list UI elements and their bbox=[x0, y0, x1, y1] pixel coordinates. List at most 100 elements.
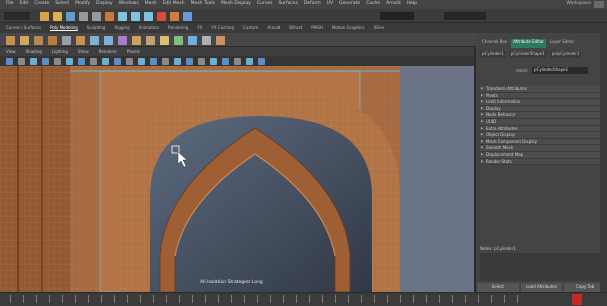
extrude-icon[interactable] bbox=[118, 35, 127, 45]
notes-field[interactable] bbox=[480, 253, 603, 281]
panel-menu-lighting[interactable]: Lighting bbox=[52, 49, 68, 54]
panel-tool-icon[interactable] bbox=[246, 57, 253, 65]
load-attributes-button[interactable]: Load Attributes bbox=[520, 283, 563, 292]
menu-deform[interactable]: Deform bbox=[304, 1, 321, 8]
torus-icon[interactable] bbox=[76, 35, 85, 45]
menu-uv[interactable]: UV bbox=[327, 1, 333, 8]
menu-mesh-tools[interactable]: Mesh Tools bbox=[191, 1, 215, 8]
menu-select[interactable]: Select bbox=[55, 1, 69, 8]
time-ruler[interactable] bbox=[10, 295, 530, 303]
snap-point-icon[interactable] bbox=[144, 11, 153, 21]
shape-name-field[interactable]: pCylinderShape1 bbox=[532, 67, 588, 74]
section-node-behavior[interactable]: Node Behavior bbox=[480, 112, 603, 119]
menu-set-dropdown[interactable] bbox=[4, 12, 30, 20]
ipr-icon[interactable] bbox=[170, 11, 179, 21]
section-pivots[interactable]: Pivots bbox=[480, 92, 603, 100]
viewport[interactable]: All Isolation Strategies Long bbox=[0, 66, 474, 292]
menu-edit[interactable]: Edit bbox=[20, 1, 29, 8]
quad-draw-icon[interactable] bbox=[216, 35, 225, 45]
menu-curves[interactable]: Curves bbox=[257, 1, 273, 8]
workspace-selector[interactable]: Workspace bbox=[566, 1, 591, 6]
shelf-tab-motion-graphics[interactable]: Motion Graphics bbox=[332, 25, 365, 30]
live-surface-field[interactable] bbox=[380, 12, 414, 20]
section-display[interactable]: Display bbox=[480, 105, 603, 113]
render-icon[interactable] bbox=[157, 11, 166, 21]
menu-mesh-display[interactable]: Mesh Display bbox=[221, 1, 251, 8]
section-limit-information[interactable]: Limit Information bbox=[480, 99, 603, 106]
menu-file[interactable]: File bbox=[6, 1, 14, 8]
cylinder-icon[interactable] bbox=[34, 35, 43, 45]
sign-in-field[interactable] bbox=[444, 12, 486, 20]
node-tab-polycylinder1[interactable]: polyCylinder1 bbox=[549, 51, 582, 58]
menu-modify[interactable]: Modify bbox=[75, 1, 90, 8]
plane-icon[interactable] bbox=[62, 35, 71, 45]
select-by-hierarchy-icon[interactable] bbox=[105, 11, 114, 21]
shelf-tab-arnold[interactable]: Arnold bbox=[267, 25, 280, 30]
section-render-stats[interactable]: Render Stats bbox=[480, 158, 603, 166]
smooth-icon[interactable] bbox=[188, 35, 197, 45]
snap-curve-icon[interactable] bbox=[131, 11, 140, 21]
menu-arnold[interactable]: Arnold bbox=[386, 1, 401, 8]
shelf-tab-custom[interactable]: Custom bbox=[243, 25, 258, 30]
panel-tool-icon[interactable] bbox=[198, 57, 205, 65]
menu-edit-mesh[interactable]: Edit Mesh bbox=[163, 1, 185, 8]
menu-mesh[interactable]: Mesh bbox=[145, 1, 157, 8]
sphere-icon[interactable] bbox=[20, 35, 29, 45]
panel-tool-icon[interactable] bbox=[114, 57, 121, 65]
redo-icon[interactable] bbox=[92, 11, 101, 21]
shelf-tab-poly-modeling[interactable]: Poly Modeling bbox=[50, 25, 78, 30]
menu-display[interactable]: Display bbox=[96, 1, 113, 8]
panel-tool-icon[interactable] bbox=[138, 57, 145, 65]
node-tab-pcylindershape1[interactable]: pCylinderShape1 bbox=[508, 51, 547, 58]
panel-menu-view[interactable]: View bbox=[6, 49, 16, 54]
tool-settings-strip[interactable] bbox=[600, 33, 607, 292]
panel-tool-icon[interactable] bbox=[102, 57, 109, 65]
shelf-tab-sculpting[interactable]: Sculpting bbox=[87, 25, 106, 30]
shelf-tab-rigging[interactable]: Rigging bbox=[114, 25, 129, 30]
separate-icon[interactable] bbox=[104, 35, 113, 45]
section-uuid[interactable]: UUID bbox=[480, 118, 603, 126]
panel-menu-show[interactable]: Show bbox=[78, 49, 89, 54]
panel-tool-icon[interactable] bbox=[66, 57, 73, 65]
panel-tool-icon[interactable] bbox=[30, 57, 37, 65]
select-button[interactable]: Select bbox=[477, 283, 519, 292]
menu-surfaces[interactable]: Surfaces bbox=[278, 1, 298, 8]
panel-tool-icon[interactable] bbox=[78, 57, 85, 65]
bevel-icon[interactable] bbox=[146, 35, 155, 45]
new-scene-icon[interactable] bbox=[40, 11, 49, 21]
menu-help[interactable]: Help bbox=[407, 1, 417, 8]
undo-icon[interactable] bbox=[79, 11, 88, 21]
node-tab-pcylinder1[interactable]: pCylinder1 bbox=[480, 51, 506, 58]
panel-tool-icon[interactable] bbox=[210, 57, 217, 65]
panel-tool-icon[interactable] bbox=[162, 57, 169, 65]
panel-tool-icon[interactable] bbox=[174, 57, 181, 65]
panel-tool-icon[interactable] bbox=[6, 57, 13, 65]
panel-tool-icon[interactable] bbox=[234, 57, 241, 65]
menu-cache[interactable]: Cache bbox=[366, 1, 380, 8]
target-weld-icon[interactable] bbox=[174, 35, 183, 45]
multi-cut-icon[interactable] bbox=[160, 35, 169, 45]
shelf-tab-curves-surfaces[interactable]: Curves / Surfaces bbox=[6, 25, 41, 30]
panel-tool-icon[interactable] bbox=[42, 57, 49, 65]
panel-tool-icon[interactable] bbox=[186, 57, 193, 65]
panel-tool-icon[interactable] bbox=[90, 57, 97, 65]
panel-tool-icon[interactable] bbox=[222, 57, 229, 65]
panel-menu-renderer[interactable]: Renderer bbox=[99, 49, 117, 54]
bridge-icon[interactable] bbox=[132, 35, 141, 45]
panel-tool-icon[interactable] bbox=[150, 57, 157, 65]
shelf-tab-mash[interactable]: MASH bbox=[311, 25, 323, 30]
shelf-tab-xgen[interactable]: XGen bbox=[373, 25, 384, 30]
menu-windows[interactable]: Windows bbox=[119, 1, 139, 8]
cone-icon[interactable] bbox=[48, 35, 57, 45]
section-mesh-component-display[interactable]: Mesh Component Display bbox=[480, 138, 603, 146]
tab-attribute-editor[interactable]: Attribute Editor bbox=[511, 39, 546, 48]
shelf-tab-animation[interactable]: Animation bbox=[139, 25, 159, 30]
mirror-icon[interactable] bbox=[202, 35, 211, 45]
section-displacement-map[interactable]: Displacement Map bbox=[480, 151, 603, 159]
current-frame-indicator[interactable] bbox=[572, 294, 582, 305]
menu-generate[interactable]: Generate bbox=[339, 1, 360, 8]
panel-tool-icon[interactable] bbox=[54, 57, 61, 65]
tab-channel-box[interactable]: Channel Box bbox=[482, 39, 507, 48]
section-transform-attributes[interactable]: Transform Attributes bbox=[480, 86, 603, 93]
close-window-button[interactable] bbox=[594, 1, 604, 8]
